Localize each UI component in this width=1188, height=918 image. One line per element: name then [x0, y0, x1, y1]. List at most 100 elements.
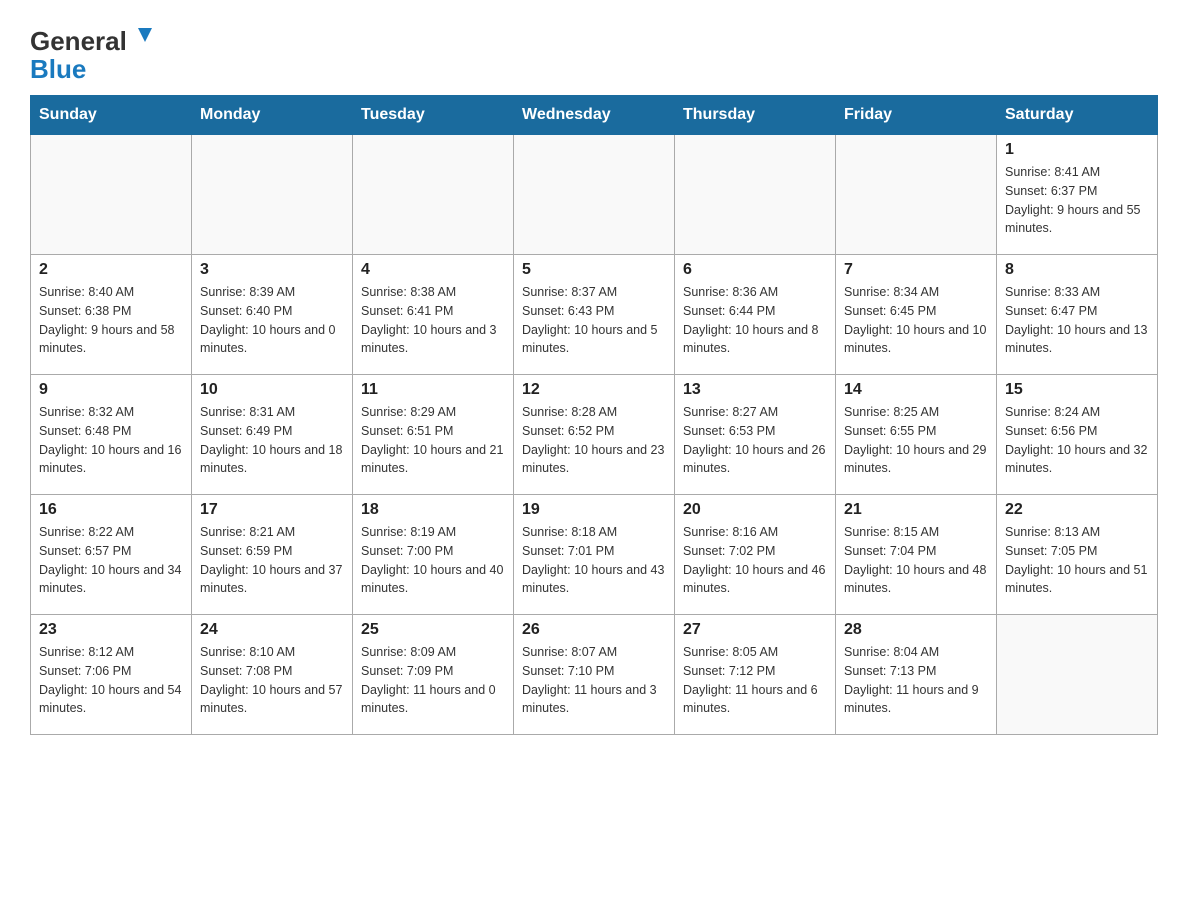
day-number: 11 — [361, 381, 505, 399]
calendar-week-3: 9 Sunrise: 8:32 AMSunset: 6:48 PMDaylight… — [31, 375, 1158, 495]
day-info: Sunrise: 8:34 AMSunset: 6:45 PMDaylight:… — [844, 283, 988, 358]
svg-text:Blue: Blue — [30, 54, 86, 84]
calendar-cell: 6 Sunrise: 8:36 AMSunset: 6:44 PMDaylight… — [675, 255, 836, 375]
calendar-cell: 11 Sunrise: 8:29 AMSunset: 6:51 PMDayligh… — [353, 375, 514, 495]
calendar-cell: 9 Sunrise: 8:32 AMSunset: 6:48 PMDaylight… — [31, 375, 192, 495]
day-number: 22 — [1005, 501, 1149, 519]
calendar-cell: 18 Sunrise: 8:19 AMSunset: 7:00 PMDayligh… — [353, 495, 514, 615]
day-info: Sunrise: 8:29 AMSunset: 6:51 PMDaylight:… — [361, 403, 505, 478]
day-info: Sunrise: 8:13 AMSunset: 7:05 PMDaylight:… — [1005, 523, 1149, 598]
day-number: 14 — [844, 381, 988, 399]
svg-text:General: General — [30, 26, 127, 56]
calendar-cell: 24Sunrise: 8:10 AMSunset: 7:08 PMDayligh… — [192, 615, 353, 735]
day-number: 19 — [522, 501, 666, 519]
day-info: Sunrise: 8:16 AMSunset: 7:02 PMDaylight:… — [683, 523, 827, 598]
day-number: 26 — [522, 621, 666, 639]
day-number: 16 — [39, 501, 183, 519]
day-info: Sunrise: 8:38 AMSunset: 6:41 PMDaylight:… — [361, 283, 505, 358]
day-info: Sunrise: 8:18 AMSunset: 7:01 PMDaylight:… — [522, 523, 666, 598]
day-info: Sunrise: 8:19 AMSunset: 7:00 PMDaylight:… — [361, 523, 505, 598]
calendar-cell: 27Sunrise: 8:05 AMSunset: 7:12 PMDayligh… — [675, 615, 836, 735]
calendar-cell: 20 Sunrise: 8:16 AMSunset: 7:02 PMDayligh… — [675, 495, 836, 615]
day-number: 1 — [1005, 141, 1149, 159]
day-header-sunday: Sunday — [31, 96, 192, 135]
day-info: Sunrise: 8:33 AMSunset: 6:47 PMDaylight:… — [1005, 283, 1149, 358]
calendar-cell — [997, 615, 1158, 735]
day-header-friday: Friday — [836, 96, 997, 135]
calendar-cell: 4 Sunrise: 8:38 AMSunset: 6:41 PMDaylight… — [353, 255, 514, 375]
calendar-cell: 1 Sunrise: 8:41 AMSunset: 6:37 PMDaylight… — [997, 135, 1158, 255]
day-info: Sunrise: 8:25 AMSunset: 6:55 PMDaylight:… — [844, 403, 988, 478]
day-info: Sunrise: 8:27 AMSunset: 6:53 PMDaylight:… — [683, 403, 827, 478]
day-info: Sunrise: 8:32 AMSunset: 6:48 PMDaylight:… — [39, 403, 183, 478]
day-number: 4 — [361, 261, 505, 279]
calendar-table: SundayMondayTuesdayWednesdayThursdayFrid… — [30, 95, 1158, 735]
day-info: Sunrise: 8:40 AMSunset: 6:38 PMDaylight:… — [39, 283, 183, 358]
day-info: Sunrise: 8:36 AMSunset: 6:44 PMDaylight:… — [683, 283, 827, 358]
calendar-cell: 16 Sunrise: 8:22 AMSunset: 6:57 PMDayligh… — [31, 495, 192, 615]
calendar-cell: 14 Sunrise: 8:25 AMSunset: 6:55 PMDayligh… — [836, 375, 997, 495]
calendar-cell: 8 Sunrise: 8:33 AMSunset: 6:47 PMDaylight… — [997, 255, 1158, 375]
page-header: General Blue — [30, 20, 1158, 85]
calendar-week-2: 2 Sunrise: 8:40 AMSunset: 6:38 PMDaylight… — [31, 255, 1158, 375]
day-info: Sunrise: 8:10 AMSunset: 7:08 PMDaylight:… — [200, 643, 344, 718]
calendar-cell: 7 Sunrise: 8:34 AMSunset: 6:45 PMDaylight… — [836, 255, 997, 375]
calendar-cell: 3Sunrise: 8:39 AMSunset: 6:40 PMDaylight… — [192, 255, 353, 375]
day-header-thursday: Thursday — [675, 96, 836, 135]
calendar-cell: 23 Sunrise: 8:12 AMSunset: 7:06 PMDayligh… — [31, 615, 192, 735]
day-info: Sunrise: 8:41 AMSunset: 6:37 PMDaylight:… — [1005, 163, 1149, 238]
calendar-cell: 25Sunrise: 8:09 AMSunset: 7:09 PMDayligh… — [353, 615, 514, 735]
day-number: 8 — [1005, 261, 1149, 279]
day-number: 13 — [683, 381, 827, 399]
day-info: Sunrise: 8:31 AMSunset: 6:49 PMDaylight:… — [200, 403, 344, 478]
calendar-cell: 10Sunrise: 8:31 AMSunset: 6:49 PMDayligh… — [192, 375, 353, 495]
calendar-cell: 28Sunrise: 8:04 AMSunset: 7:13 PMDayligh… — [836, 615, 997, 735]
day-info: Sunrise: 8:15 AMSunset: 7:04 PMDaylight:… — [844, 523, 988, 598]
day-header-wednesday: Wednesday — [514, 96, 675, 135]
day-header-tuesday: Tuesday — [353, 96, 514, 135]
day-number: 21 — [844, 501, 988, 519]
calendar-cell: 21 Sunrise: 8:15 AMSunset: 7:04 PMDayligh… — [836, 495, 997, 615]
logo-svg: General Blue — [30, 20, 160, 85]
day-number: 3 — [200, 261, 344, 279]
day-info: Sunrise: 8:37 AMSunset: 6:43 PMDaylight:… — [522, 283, 666, 358]
day-number: 12 — [522, 381, 666, 399]
calendar-week-5: 23 Sunrise: 8:12 AMSunset: 7:06 PMDayligh… — [31, 615, 1158, 735]
day-number: 2 — [39, 261, 183, 279]
day-number: 20 — [683, 501, 827, 519]
calendar-cell — [514, 135, 675, 255]
day-header-saturday: Saturday — [997, 96, 1158, 135]
day-number: 27 — [683, 621, 827, 639]
day-number: 7 — [844, 261, 988, 279]
logo: General Blue — [30, 20, 160, 85]
day-info: Sunrise: 8:21 AMSunset: 6:59 PMDaylight:… — [200, 523, 344, 598]
calendar-cell: 2 Sunrise: 8:40 AMSunset: 6:38 PMDaylight… — [31, 255, 192, 375]
calendar-cell: 19 Sunrise: 8:18 AMSunset: 7:01 PMDayligh… — [514, 495, 675, 615]
day-number: 18 — [361, 501, 505, 519]
day-info: Sunrise: 8:12 AMSunset: 7:06 PMDaylight:… — [39, 643, 183, 718]
calendar-cell: 26 Sunrise: 8:07 AMSunset: 7:10 PMDayligh… — [514, 615, 675, 735]
calendar-cell: 15 Sunrise: 8:24 AMSunset: 6:56 PMDayligh… — [997, 375, 1158, 495]
calendar-week-4: 16 Sunrise: 8:22 AMSunset: 6:57 PMDayligh… — [31, 495, 1158, 615]
day-info: Sunrise: 8:24 AMSunset: 6:56 PMDaylight:… — [1005, 403, 1149, 478]
day-number: 5 — [522, 261, 666, 279]
calendar-cell: 12Sunrise: 8:28 AMSunset: 6:52 PMDayligh… — [514, 375, 675, 495]
day-number: 28 — [844, 621, 988, 639]
day-info: Sunrise: 8:22 AMSunset: 6:57 PMDaylight:… — [39, 523, 183, 598]
day-number: 25 — [361, 621, 505, 639]
calendar-week-1: 1 Sunrise: 8:41 AMSunset: 6:37 PMDaylight… — [31, 135, 1158, 255]
calendar-cell — [675, 135, 836, 255]
calendar-header-row: SundayMondayTuesdayWednesdayThursdayFrid… — [31, 96, 1158, 135]
day-info: Sunrise: 8:07 AMSunset: 7:10 PMDaylight:… — [522, 643, 666, 718]
calendar-cell: 13 Sunrise: 8:27 AMSunset: 6:53 PMDayligh… — [675, 375, 836, 495]
calendar-cell — [353, 135, 514, 255]
calendar-cell — [836, 135, 997, 255]
calendar-cell: 5 Sunrise: 8:37 AMSunset: 6:43 PMDaylight… — [514, 255, 675, 375]
day-number: 23 — [39, 621, 183, 639]
day-header-monday: Monday — [192, 96, 353, 135]
day-number: 15 — [1005, 381, 1149, 399]
calendar-cell — [31, 135, 192, 255]
day-number: 6 — [683, 261, 827, 279]
calendar-cell — [192, 135, 353, 255]
day-number: 9 — [39, 381, 183, 399]
